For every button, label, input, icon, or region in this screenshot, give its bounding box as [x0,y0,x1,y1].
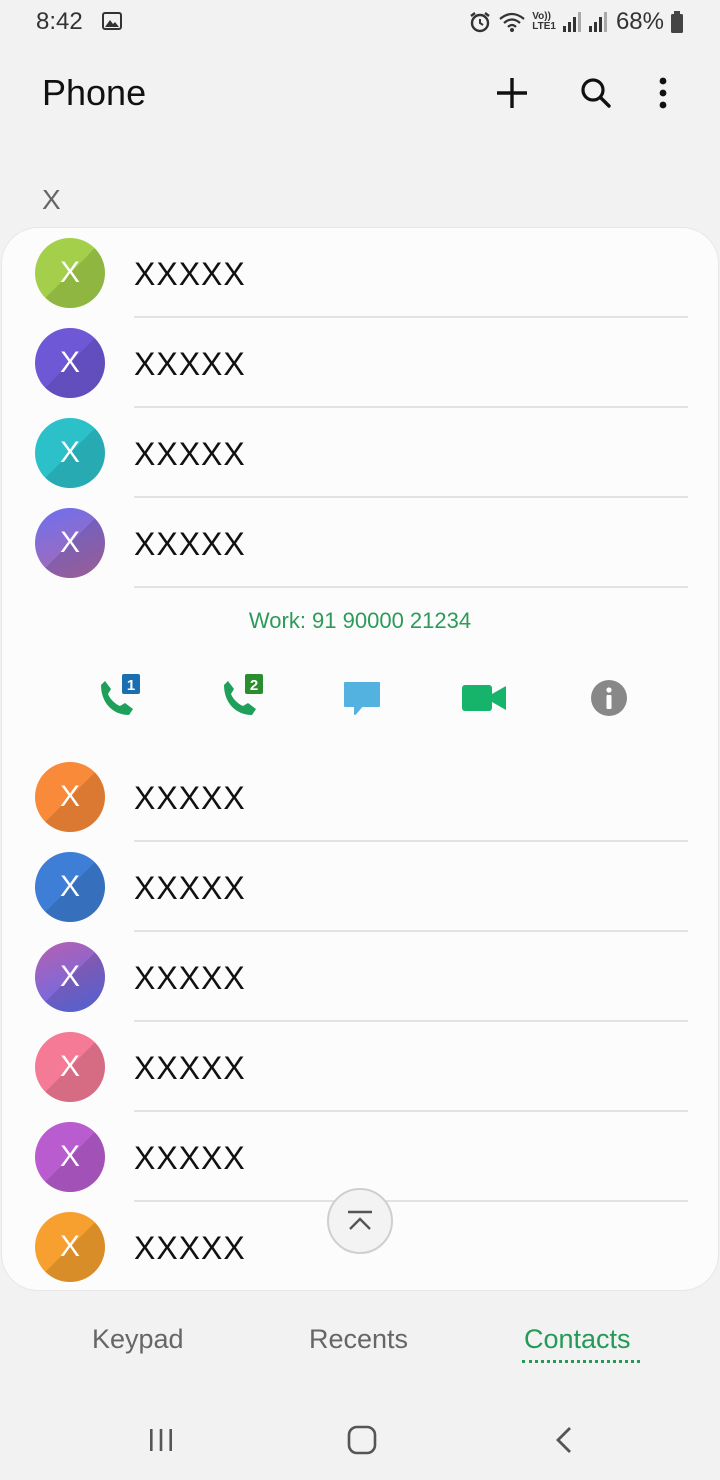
back-icon [556,1427,571,1453]
status-icons: Vo)) LTE1 68% [468,8,684,36]
avatar: X [35,1212,105,1282]
avatar: X [35,762,105,832]
tab-recents[interactable]: Recents [309,1324,408,1355]
avatar: X [35,328,105,398]
system-nav-bar [0,1390,720,1480]
contact-row[interactable]: X XXXXX [2,228,718,318]
contact-name: XXXXX [134,346,246,382]
wifi-icon [499,12,525,32]
avatar: X [35,238,105,308]
call-sim2-button[interactable]: 2 [209,668,269,728]
sim1-badge: 1 [127,677,135,694]
avatar: X [35,1032,105,1102]
divider [134,586,688,588]
contact-name: XXXXX [134,1140,246,1176]
section-index-label: X [42,184,61,215]
status-bar: 8:42 Vo)) LTE1 68% [0,0,720,44]
home-icon [347,1425,377,1455]
contact-name: XXXXX [134,256,246,292]
contact-row[interactable]: X XXXXX [2,932,718,1022]
search-icon [581,78,611,108]
page-title: Phone [42,72,147,113]
contact-info-button[interactable] [579,668,639,728]
scroll-to-top-button[interactable] [327,1188,393,1254]
avatar: X [35,852,105,922]
contacts-list: X XXXXX X XXXXX X XXXXX X XXXXX Work: 91… [2,228,718,1290]
gallery-notification-icon [102,12,122,30]
video-call-button[interactable] [454,668,514,728]
contact-row-expanded[interactable]: X XXXXX [2,498,718,588]
add-contact-button[interactable] [487,68,537,118]
contact-name: XXXXX [134,1230,246,1266]
signal-sim2-icon [588,12,607,32]
battery-percent: 68% [615,8,664,35]
video-call-icon [462,685,506,711]
call-sim1-icon: 1 [101,674,140,715]
avatar: X [35,1122,105,1192]
contact-phone-number[interactable]: Work: 91 90000 21234 [2,608,718,634]
bottom-tabs: Keypad Recents Contacts [0,1290,720,1390]
message-icon [344,682,380,715]
avatar: X [35,508,105,578]
search-button[interactable] [571,68,621,118]
contact-name: XXXXX [134,1050,246,1086]
recent-apps-button[interactable] [131,1410,191,1470]
lte-label: LTE1 [532,21,556,32]
sim2-badge: 2 [250,677,258,694]
contact-name: XXXXX [134,870,246,906]
info-icon [591,680,627,716]
contact-row[interactable]: X XXXXX [2,842,718,932]
contact-row[interactable]: X XXXXX [2,752,718,842]
contact-row[interactable]: X XXXXX [2,318,718,408]
contact-name: XXXXX [134,436,246,472]
scroll-up-icon [348,1210,372,1230]
plus-icon [497,78,527,108]
more-vertical-icon [659,77,667,109]
contact-row[interactable]: X XXXXX [2,1022,718,1112]
message-button[interactable] [332,668,392,728]
signal-sim1-icon [562,12,581,32]
app-header: Phone [0,44,720,144]
recent-apps-icon [150,1429,172,1451]
contact-quick-actions: 1 2 [2,668,718,728]
contact-name: XXXXX [134,780,246,816]
status-time: 8:42 [36,8,83,35]
call-sim2-icon: 2 [224,674,263,715]
alarm-icon [470,12,490,33]
tab-active-indicator [522,1360,640,1363]
tab-keypad[interactable]: Keypad [92,1324,184,1355]
avatar: X [35,418,105,488]
volte-lte-label: Vo)) LTE1 [532,12,556,32]
back-button[interactable] [534,1410,594,1470]
contact-row[interactable]: X XXXXX [2,408,718,498]
tab-contacts[interactable]: Contacts [524,1324,631,1355]
contact-name: XXXXX [134,960,246,996]
avatar: X [35,942,105,1012]
battery-icon [671,11,683,33]
contact-name: XXXXX [134,526,246,562]
call-sim1-button[interactable]: 1 [86,668,146,728]
home-button[interactable] [332,1410,392,1470]
more-options-button[interactable] [638,68,688,118]
